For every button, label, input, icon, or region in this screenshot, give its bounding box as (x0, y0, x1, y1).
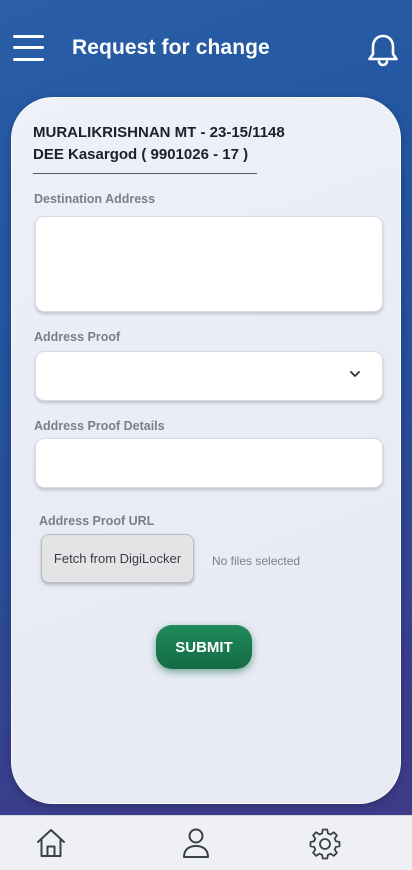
bottom-navigation (0, 815, 412, 870)
home-icon[interactable] (34, 826, 68, 860)
settings-icon[interactable] (308, 826, 342, 860)
request-form-card: MURALIKRISHNAN MT - 23-15/1148 DEE Kasar… (11, 97, 401, 804)
page-title: Request for change (72, 36, 270, 59)
address-proof-label: Address Proof (34, 330, 121, 344)
app-header: Request for change (0, 0, 412, 98)
employee-office: DEE Kasargod ( 9901026 - 17 ) (33, 146, 249, 163)
destination-address-input[interactable] (35, 216, 383, 312)
file-status-text: No files selected (212, 554, 301, 568)
employee-name: MURALIKRISHNAN MT - 23-15/1148 (33, 124, 285, 141)
address-proof-select[interactable] (35, 351, 383, 401)
hamburger-menu-icon[interactable] (13, 34, 44, 62)
address-proof-details-input[interactable] (35, 438, 383, 488)
bell-icon[interactable] (365, 32, 401, 68)
address-proof-details-label: Address Proof Details (34, 419, 165, 433)
address-proof-url-label: Address Proof URL (39, 514, 155, 528)
divider (33, 173, 257, 174)
profile-icon[interactable] (179, 826, 213, 860)
destination-address-label: Destination Address (34, 192, 156, 206)
submit-button[interactable]: SUBMIT (156, 625, 252, 669)
fetch-digilocker-button[interactable]: Fetch from DigiLocker (41, 534, 194, 583)
chevron-down-icon (350, 371, 360, 377)
